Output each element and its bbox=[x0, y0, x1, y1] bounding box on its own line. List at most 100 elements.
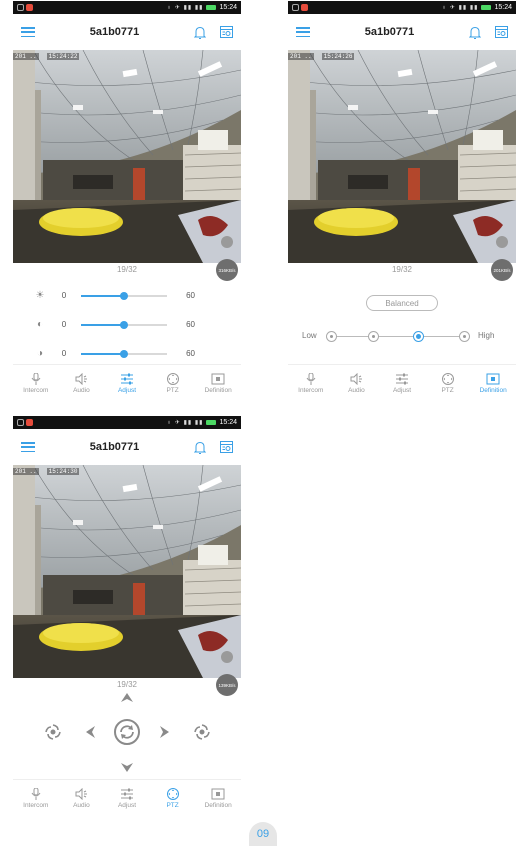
tab-label: Definition bbox=[204, 801, 232, 809]
speaker-icon bbox=[349, 372, 363, 385]
definition-icon bbox=[486, 373, 500, 385]
bottom-tab-bar: Intercom Audio Adjust PTZ Definition bbox=[288, 364, 516, 401]
tab-ptz[interactable]: PTZ bbox=[150, 780, 196, 816]
app-badge-icon bbox=[301, 4, 308, 11]
bell-icon[interactable] bbox=[193, 26, 206, 39]
status-bar: ♁ ✈ ▮▮ ▮▮ 15:24 bbox=[13, 416, 241, 429]
device-title: 5a1b0771 bbox=[89, 26, 140, 38]
microphone-icon bbox=[304, 372, 318, 385]
status-time: 15:24 bbox=[494, 4, 512, 11]
slider-knob[interactable] bbox=[120, 320, 128, 329]
tab-label: Intercom bbox=[23, 801, 49, 809]
tab-label: Adjust bbox=[117, 801, 137, 809]
tab-audio[interactable]: Audio bbox=[334, 365, 380, 401]
title-bar: 5a1b0771 bbox=[13, 429, 241, 465]
definition-icon bbox=[211, 788, 225, 800]
slider-track[interactable] bbox=[81, 291, 167, 300]
definition-level-1[interactable] bbox=[326, 331, 337, 342]
tab-definition[interactable]: Definition bbox=[195, 780, 241, 816]
device-settings-icon[interactable] bbox=[219, 26, 233, 38]
video-view[interactable]: 201 .. 15:24:26 bbox=[288, 50, 516, 263]
bell-icon[interactable] bbox=[468, 26, 481, 39]
definition-level-2[interactable] bbox=[368, 331, 379, 342]
slider-max: 60 bbox=[186, 349, 195, 358]
osd-time: 15:24:22 bbox=[46, 53, 80, 60]
tab-ptz[interactable]: PTZ bbox=[425, 365, 471, 401]
device-settings-icon[interactable] bbox=[219, 441, 233, 453]
tab-adjust[interactable]: Adjust bbox=[104, 780, 150, 816]
tab-label: Audio bbox=[73, 801, 90, 809]
notification-icon bbox=[17, 4, 24, 11]
app-badge-icon bbox=[26, 4, 33, 11]
ptz-down-button[interactable] bbox=[118, 761, 136, 773]
tab-adjust[interactable]: Adjust bbox=[104, 365, 150, 401]
ptz-panel bbox=[13, 691, 241, 781]
tab-intercom[interactable]: Intercom bbox=[13, 365, 59, 401]
osd-date: 201 .. bbox=[13, 53, 39, 60]
ptz-up-button[interactable] bbox=[118, 691, 136, 703]
tab-audio[interactable]: Audio bbox=[59, 780, 105, 816]
definition-mode-button[interactable]: Balanced bbox=[366, 295, 438, 311]
saturation-icon: ◑ bbox=[36, 348, 44, 359]
status-bar: ♁ ✈ ▮▮ ▮▮ 15:24 bbox=[288, 1, 516, 14]
bell-icon[interactable] bbox=[193, 441, 206, 454]
ptz-right-button[interactable] bbox=[158, 726, 170, 738]
slider-min: 0 bbox=[61, 291, 67, 300]
battery-icon bbox=[206, 5, 217, 10]
video-info-row: 19/32 201KB/s bbox=[288, 259, 516, 281]
tab-intercom[interactable]: Intercom bbox=[13, 780, 59, 816]
status-time: 15:24 bbox=[219, 4, 237, 11]
ptz-icon bbox=[166, 787, 180, 800]
tab-definition[interactable]: Definition bbox=[470, 365, 516, 401]
video-view[interactable]: 201 .. 15:24:30 bbox=[13, 465, 241, 678]
ptz-left-button[interactable] bbox=[84, 726, 96, 738]
definition-level-selector: Low High bbox=[288, 328, 516, 344]
ptz-zoom-in-icon[interactable] bbox=[193, 723, 211, 741]
definition-icon bbox=[211, 373, 225, 385]
slider-min: 0 bbox=[61, 320, 67, 329]
tab-label: Audio bbox=[348, 386, 365, 394]
tab-label: Intercom bbox=[23, 386, 49, 394]
status-time: 15:24 bbox=[219, 419, 237, 426]
video-osd: 201 .. 15:24:30 bbox=[13, 468, 80, 475]
camera-feed-image bbox=[13, 465, 241, 678]
slider-max: 60 bbox=[186, 320, 195, 329]
slider-min: 0 bbox=[61, 349, 67, 358]
ptz-zoom-out-icon[interactable] bbox=[44, 723, 62, 741]
signal-icons: ♁ ✈ ▮▮ ▮▮ bbox=[166, 5, 204, 11]
menu-icon[interactable] bbox=[296, 27, 310, 37]
bitrate-badge: 316KB/s bbox=[216, 259, 238, 281]
tab-audio[interactable]: Audio bbox=[59, 365, 105, 401]
camera-feed-image bbox=[288, 50, 516, 263]
brightness-icon: ☀ bbox=[35, 290, 45, 301]
adjust-slider-row: ☀ 0 60 bbox=[13, 281, 241, 310]
video-info-row: 19/32 316KB/s bbox=[13, 259, 241, 281]
signal-icons: ♁ ✈ ▮▮ ▮▮ bbox=[441, 5, 479, 11]
title-bar: 5a1b0771 bbox=[13, 14, 241, 50]
slider-knob[interactable] bbox=[120, 349, 128, 358]
tab-label: Adjust bbox=[117, 386, 137, 394]
tab-definition[interactable]: Definition bbox=[195, 365, 241, 401]
osd-time: 15:24:26 bbox=[321, 53, 355, 60]
tab-label: Intercom bbox=[298, 386, 324, 394]
video-view[interactable]: 201 .. 15:24:22 bbox=[13, 50, 241, 263]
tab-label: Audio bbox=[73, 386, 90, 394]
tab-label: PTZ bbox=[166, 386, 179, 394]
slider-track[interactable] bbox=[81, 349, 167, 358]
definition-level-3[interactable] bbox=[413, 331, 424, 342]
tab-intercom[interactable]: Intercom bbox=[288, 365, 334, 401]
tab-adjust[interactable]: Adjust bbox=[379, 365, 425, 401]
slider-track[interactable] bbox=[81, 320, 167, 329]
battery-icon bbox=[481, 5, 492, 10]
osd-time: 15:24:30 bbox=[46, 468, 80, 475]
ptz-auto-rotate-button[interactable] bbox=[114, 719, 140, 745]
device-settings-icon[interactable] bbox=[494, 26, 508, 38]
video-osd: 201 .. 15:24:22 bbox=[13, 53, 80, 60]
slider-knob[interactable] bbox=[120, 291, 128, 300]
definition-level-4[interactable] bbox=[459, 331, 470, 342]
tab-ptz[interactable]: PTZ bbox=[150, 365, 196, 401]
menu-icon[interactable] bbox=[21, 27, 35, 37]
menu-icon[interactable] bbox=[21, 442, 35, 452]
frame-counter: 19/32 bbox=[116, 680, 138, 689]
ptz-icon bbox=[166, 372, 180, 385]
